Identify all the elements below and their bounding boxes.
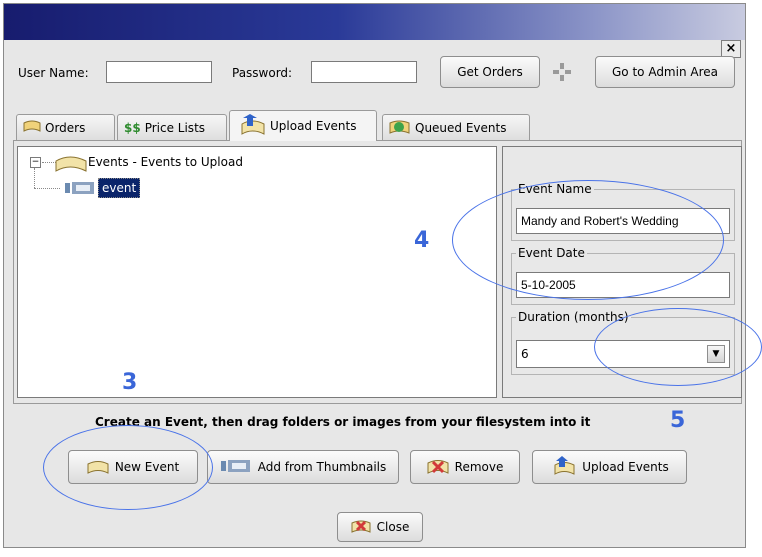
add-from-thumbnails-label: Add from Thumbnails [257, 460, 387, 474]
thumbnails-icon [220, 458, 252, 477]
add-from-thumbnails-button[interactable]: Add from Thumbnails [207, 450, 399, 484]
instruction-text: Create an Event, then drag folders or im… [95, 415, 591, 429]
password-input[interactable] [311, 61, 417, 83]
folder-book-icon [54, 151, 88, 176]
upload-events-label: Upload Events [582, 460, 669, 474]
tree-collapse-toggle[interactable]: − [30, 157, 41, 168]
annotation-ellipse-event-fields [452, 180, 724, 300]
tree-connector-child [34, 188, 60, 189]
annotation-5: 5 [670, 408, 686, 433]
remove-icon [427, 457, 449, 478]
tab-upload-events[interactable]: Upload Events [229, 110, 377, 141]
username-input[interactable] [106, 61, 212, 83]
dollar-icon: $$ [124, 120, 141, 135]
duration-value: 6 [521, 347, 529, 361]
admin-area-button[interactable]: Go to Admin Area [595, 56, 735, 88]
annotation-4: 4 [414, 228, 430, 253]
annotation-ellipse-duration-dropdown [594, 308, 762, 386]
title-bar[interactable] [4, 4, 745, 40]
tab-price-lists[interactable]: $$ Price Lists [117, 114, 227, 140]
close-icon [351, 518, 371, 537]
tab-queued-events[interactable]: Queued Events [382, 114, 530, 140]
tree-connector-vertical [34, 168, 35, 188]
get-orders-button[interactable]: Get Orders [440, 56, 540, 88]
username-label: User Name: [18, 66, 89, 80]
tab-price-lists-label: Price Lists [144, 120, 206, 135]
remove-button[interactable]: Remove [410, 450, 520, 484]
upload-icon [236, 113, 266, 139]
get-orders-label: Get Orders [457, 65, 523, 79]
queue-icon [389, 117, 411, 138]
tab-upload-events-label: Upload Events [270, 119, 357, 133]
tree-root-label[interactable]: Events - Events to Upload [88, 155, 243, 169]
tab-orders-label: Orders [45, 120, 86, 135]
annotation-ellipse-new-event [43, 425, 213, 510]
annotation-3: 3 [122, 370, 138, 395]
tab-queued-events-label: Queued Events [415, 120, 507, 135]
password-label: Password: [232, 66, 293, 80]
close-label: Close [376, 520, 410, 534]
spinner-icon [552, 62, 572, 85]
close-button[interactable]: Close [337, 512, 423, 542]
event-image-icon [64, 180, 96, 199]
admin-area-label: Go to Admin Area [612, 65, 718, 79]
tree-event-node[interactable]: event [98, 178, 141, 198]
book-icon [23, 119, 41, 136]
remove-label: Remove [454, 460, 504, 474]
tab-orders[interactable]: Orders [16, 114, 115, 140]
upload-icon [550, 455, 576, 479]
events-tree-panel[interactable]: − Events - Events to Upload event [17, 146, 497, 398]
upload-events-button[interactable]: Upload Events [532, 450, 687, 484]
